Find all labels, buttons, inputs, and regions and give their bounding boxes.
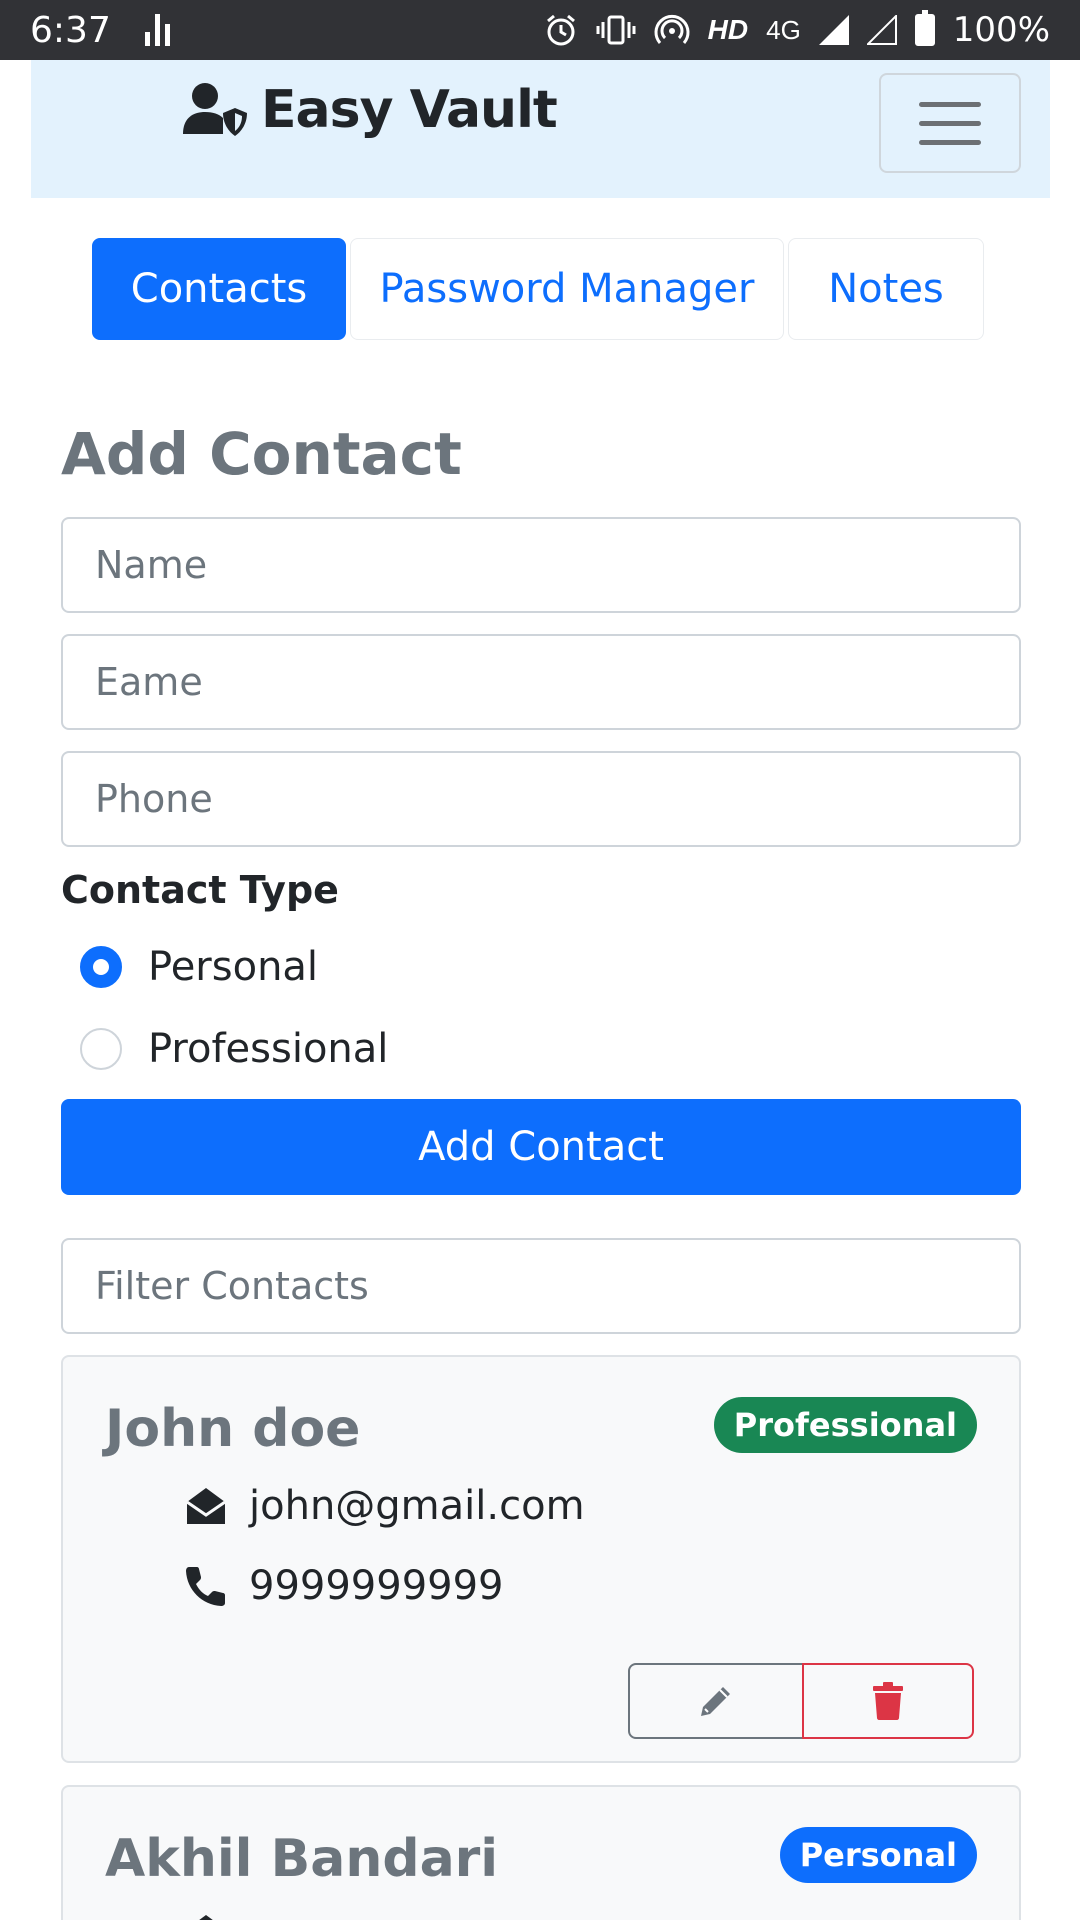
radio-professional-label: Professional [148, 1026, 389, 1072]
email-input[interactable] [61, 634, 1021, 730]
hamburger-line [919, 139, 981, 145]
contact-phone: 9999999999 [249, 1563, 504, 1609]
phone-input[interactable] [61, 751, 1021, 847]
signal-icon [818, 15, 849, 45]
add-contact-button[interactable]: Add Contact [61, 1099, 1021, 1195]
tab-notes[interactable]: Notes [788, 238, 984, 340]
status-bar: 6:37 HD 4G 100% [0, 0, 1080, 60]
contact-type-badge: Personal [779, 1827, 977, 1883]
contact-phone-row: 9999999999 [185, 1563, 504, 1609]
contact-name: Akhil Bandari [105, 1829, 499, 1889]
contact-type-badge: Professional [713, 1397, 977, 1453]
hamburger-line [919, 120, 981, 126]
tabs: Contacts Password Manager Notes [92, 238, 984, 340]
alarm-icon [546, 14, 575, 46]
envelope-open-icon [199, 1915, 213, 1920]
tab-password-manager[interactable]: Password Manager [350, 238, 784, 340]
status-indicators: HD 4G 100% [544, 10, 1050, 50]
vibrate-icon [596, 15, 636, 45]
brand[interactable]: Easy Vault [183, 80, 558, 140]
radio-professional[interactable]: Professional [80, 1026, 388, 1072]
battery-percent: 100% [952, 10, 1050, 50]
radio-personal-label: Personal [148, 944, 319, 990]
contact-email: john@gmail.com [249, 1483, 585, 1529]
hd-indicator: HD [707, 14, 749, 45]
edit-button[interactable] [628, 1663, 804, 1739]
contact-card: John doe Professional john@gmail.com 999… [61, 1355, 1021, 1763]
status-time: 6:37 [30, 9, 111, 51]
radio-personal-input[interactable] [80, 946, 122, 988]
network-type: 4G [766, 14, 801, 45]
envelope-open-icon [186, 1488, 226, 1524]
phone-icon [186, 1567, 225, 1606]
hamburger-icon [919, 101, 981, 107]
pencil-icon [701, 1687, 730, 1716]
contact-type-label: Contact Type [61, 868, 339, 912]
filter-contacts-input[interactable] [61, 1238, 1021, 1334]
delete-button[interactable] [802, 1663, 974, 1739]
brand-title: Easy Vault [261, 80, 558, 140]
contact-name: John doe [105, 1399, 361, 1459]
signal-activity-icon [144, 14, 170, 46]
tab-contacts[interactable]: Contacts [92, 238, 346, 340]
contact-actions [628, 1663, 974, 1739]
hotspot-icon [654, 14, 690, 44]
contact-card: Akhil Bandari Personal [61, 1785, 1021, 1920]
menu-toggle-button[interactable] [879, 73, 1021, 173]
signal-empty-icon [866, 15, 897, 45]
battery-icon [914, 10, 935, 46]
radio-personal[interactable]: Personal [80, 944, 318, 990]
name-input[interactable] [61, 517, 1021, 613]
user-shield-icon [183, 83, 247, 136]
trash-icon [873, 1682, 903, 1720]
radio-professional-input[interactable] [80, 1028, 122, 1070]
contact-email-row: john@gmail.com [185, 1483, 585, 1529]
form-title: Add Contact [61, 420, 462, 488]
navbar: Easy Vault [31, 60, 1050, 198]
